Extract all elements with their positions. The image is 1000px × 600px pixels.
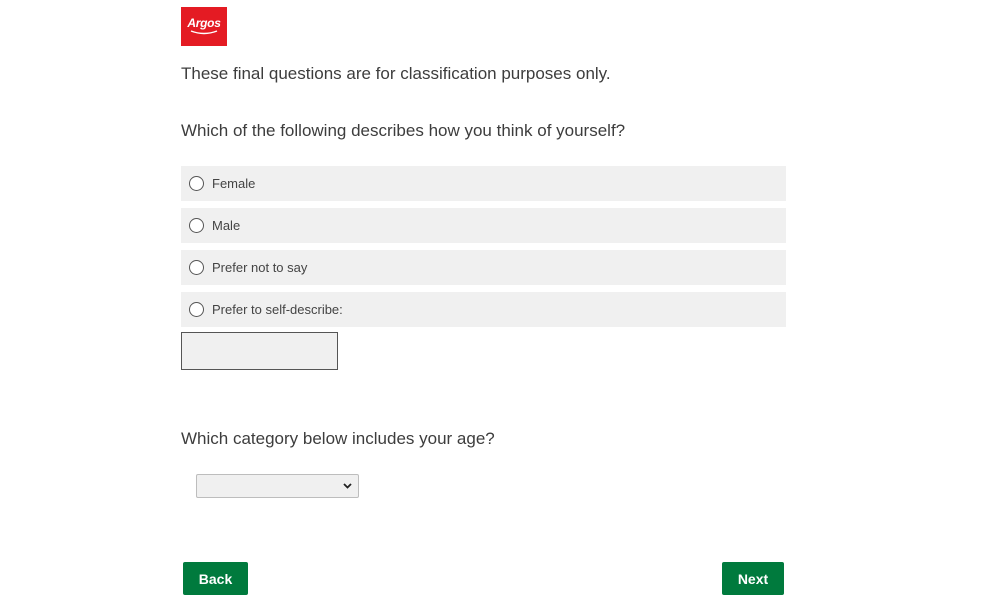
option-label: Male <box>212 218 241 233</box>
radio-unchecked-icon[interactable] <box>189 302 204 317</box>
radio-unchecked-icon[interactable] <box>189 260 204 275</box>
option-male[interactable]: Male <box>181 208 786 243</box>
back-button[interactable]: Back <box>183 562 248 595</box>
option-label: Prefer not to say <box>212 260 308 275</box>
age-select[interactable] <box>196 474 359 498</box>
option-female[interactable]: Female <box>181 166 786 201</box>
logo-text: Argos <box>187 15 221 30</box>
age-question: Which category below includes your age? <box>181 429 495 448</box>
survey-page: Argos These final questions are for clas… <box>0 0 1000 600</box>
gender-question: Which of the following describes how you… <box>181 121 626 140</box>
intro-text: These final questions are for classifica… <box>181 64 611 83</box>
logo-swoosh-icon <box>190 29 218 34</box>
option-self-describe[interactable]: Prefer to self-describe: <box>181 292 786 327</box>
chevron-down-icon <box>343 483 352 489</box>
radio-unchecked-icon[interactable] <box>189 218 204 233</box>
option-label: Female <box>212 176 256 191</box>
option-label: Prefer to self-describe: <box>212 302 343 317</box>
self-describe-input[interactable] <box>181 332 338 370</box>
argos-logo: Argos <box>181 7 227 46</box>
option-prefer-not-to-say[interactable]: Prefer not to say <box>181 250 786 285</box>
next-button[interactable]: Next <box>722 562 784 595</box>
radio-unchecked-icon[interactable] <box>189 176 204 191</box>
